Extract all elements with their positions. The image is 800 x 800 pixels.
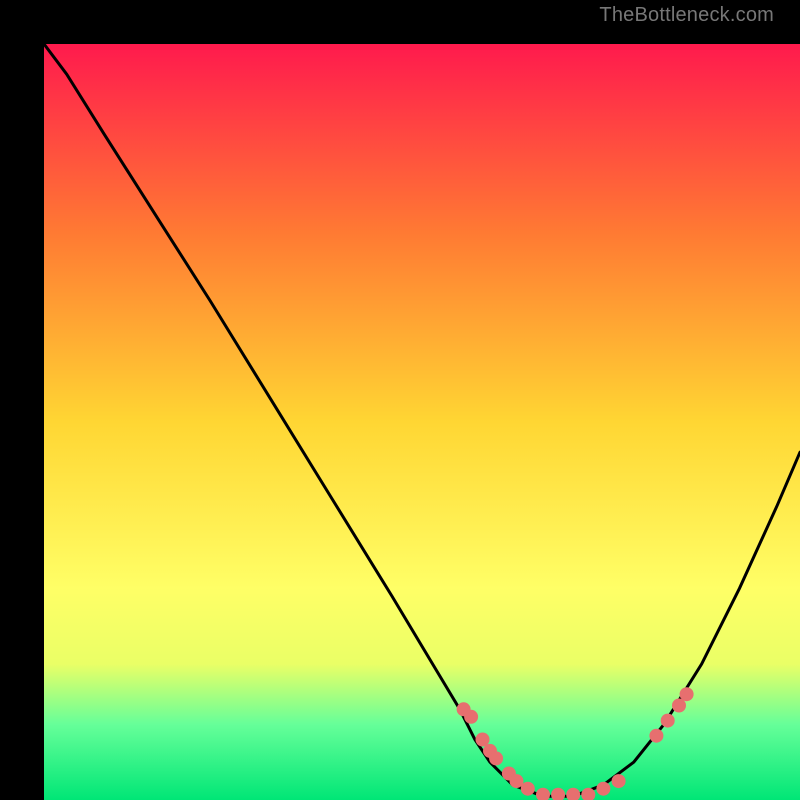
marker-dot (489, 751, 503, 765)
marker-dot (649, 729, 663, 743)
marker-dot (476, 733, 490, 747)
marker-dot (661, 714, 675, 728)
marker-dot (612, 774, 626, 788)
chart-svg (44, 44, 800, 800)
marker-dot (521, 782, 535, 796)
marker-dot (680, 687, 694, 701)
watermark-text: TheBottleneck.com (599, 4, 774, 27)
marker-dot (596, 782, 610, 796)
plot-frame (22, 22, 778, 778)
marker-dot (464, 710, 478, 724)
